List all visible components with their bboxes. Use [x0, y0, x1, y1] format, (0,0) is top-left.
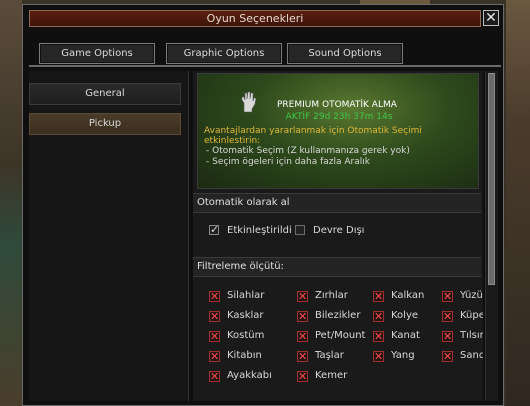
filter-label: Yüzük — [460, 290, 483, 301]
filter-label: Kemer — [315, 370, 348, 381]
filter-toggle-icon[interactable]: ✕ — [209, 311, 220, 322]
sidebar-item-pickup[interactable]: Pickup — [29, 113, 181, 135]
filter-toggle-icon[interactable]: ✕ — [209, 351, 220, 362]
game-background-right — [506, 0, 530, 406]
filter-header: Filtreleme ölçütü: — [193, 257, 481, 277]
premium-banner: PREMIUM OTOMATİK ALMA AKTİF 29d 23h 37m … — [197, 73, 479, 189]
tab-game-options[interactable]: Game Options — [39, 43, 155, 64]
filter-label: Kolye — [391, 310, 419, 321]
filter-toggle-icon[interactable]: ✕ — [297, 371, 308, 382]
filter-toggle-icon[interactable]: ✕ — [297, 331, 308, 342]
filter-toggle-icon[interactable]: ✕ — [209, 291, 220, 302]
filter-label: Küpeler — [460, 310, 483, 321]
filter-toggle-icon[interactable]: ✕ — [373, 331, 384, 342]
game-background-left — [0, 0, 22, 406]
checkbox-enabled-label: Etkinleştirildi — [227, 225, 292, 236]
premium-status: AKTİF 29d 23h 37m 14s — [285, 112, 393, 122]
tab-graphic-options[interactable]: Graphic Options — [166, 43, 282, 64]
filter-toggle-icon[interactable]: ✕ — [442, 291, 453, 302]
filter-label: Kitabın — [227, 350, 262, 361]
sidebar: General Pickup — [29, 71, 189, 401]
filter-label: Bilezikler — [315, 310, 361, 321]
filter-toggle-icon[interactable]: ✕ — [209, 371, 220, 382]
filter-toggle-icon[interactable]: ✕ — [442, 311, 453, 322]
filter-toggle-icon[interactable]: ✕ — [373, 351, 384, 362]
filter-label: Kostüm — [227, 330, 265, 341]
checkbox-disabled[interactable] — [295, 225, 305, 235]
checkbox-enabled[interactable]: ✓ — [209, 224, 219, 235]
premium-description: Avantajlardan yararlanmak için Otomatik … — [204, 126, 422, 146]
filter-toggle-icon[interactable]: ✕ — [297, 291, 308, 302]
sidebar-item-general[interactable]: General — [29, 83, 181, 105]
filter-label: Taşlar — [315, 350, 344, 361]
premium-bullet: - Otomatik Seçim (Z kullanmanıza gerek y… — [206, 146, 410, 156]
filter-label: Silahlar — [227, 290, 265, 301]
premium-bullet: - Seçim ögeleri için daha fazla Aralık — [206, 157, 370, 167]
scrollbar-thumb[interactable] — [488, 73, 495, 285]
filter-label: Sandıklar — [460, 350, 483, 361]
filter-toggle-icon[interactable]: ✕ — [297, 311, 308, 322]
filter-toggle-icon[interactable]: ✕ — [209, 331, 220, 342]
premium-title: PREMIUM OTOMATİK ALMA — [277, 100, 397, 110]
options-window: Oyun Seçenekleri ✕ Game Options Graphic … — [22, 4, 504, 406]
filter-label: Tılsım — [460, 330, 483, 341]
filter-toggle-icon[interactable]: ✕ — [442, 331, 453, 342]
filter-label: Kanat — [391, 330, 420, 341]
window-title: Oyun Seçenekleri — [29, 10, 481, 27]
filter-toggle-icon[interactable]: ✕ — [297, 351, 308, 362]
checkbox-disabled-label: Devre Dışı — [313, 225, 365, 236]
filter-toggle-icon[interactable]: ✕ — [373, 311, 384, 322]
hand-icon — [241, 91, 257, 113]
filter-toggle-icon[interactable]: ✕ — [373, 291, 384, 302]
filter-label: Kalkan — [391, 290, 425, 301]
pickup-content: PREMIUM OTOMATİK ALMA AKTİF 29d 23h 37m … — [193, 71, 483, 401]
close-icon[interactable]: ✕ — [483, 10, 499, 26]
filter-label: Kasklar — [227, 310, 264, 321]
tab-divider — [29, 65, 501, 67]
filter-toggle-icon[interactable]: ✕ — [442, 351, 453, 362]
filter-label: Pet/Mount — [315, 330, 366, 341]
auto-pick-header: Otomatik olarak al — [193, 193, 481, 213]
filter-label: Yang — [391, 350, 415, 361]
tab-sound-options[interactable]: Sound Options — [287, 43, 403, 64]
filter-label: Zırhlar — [315, 290, 348, 301]
scrollbar[interactable] — [485, 71, 498, 401]
filter-label: Ayakkabı — [227, 370, 272, 381]
